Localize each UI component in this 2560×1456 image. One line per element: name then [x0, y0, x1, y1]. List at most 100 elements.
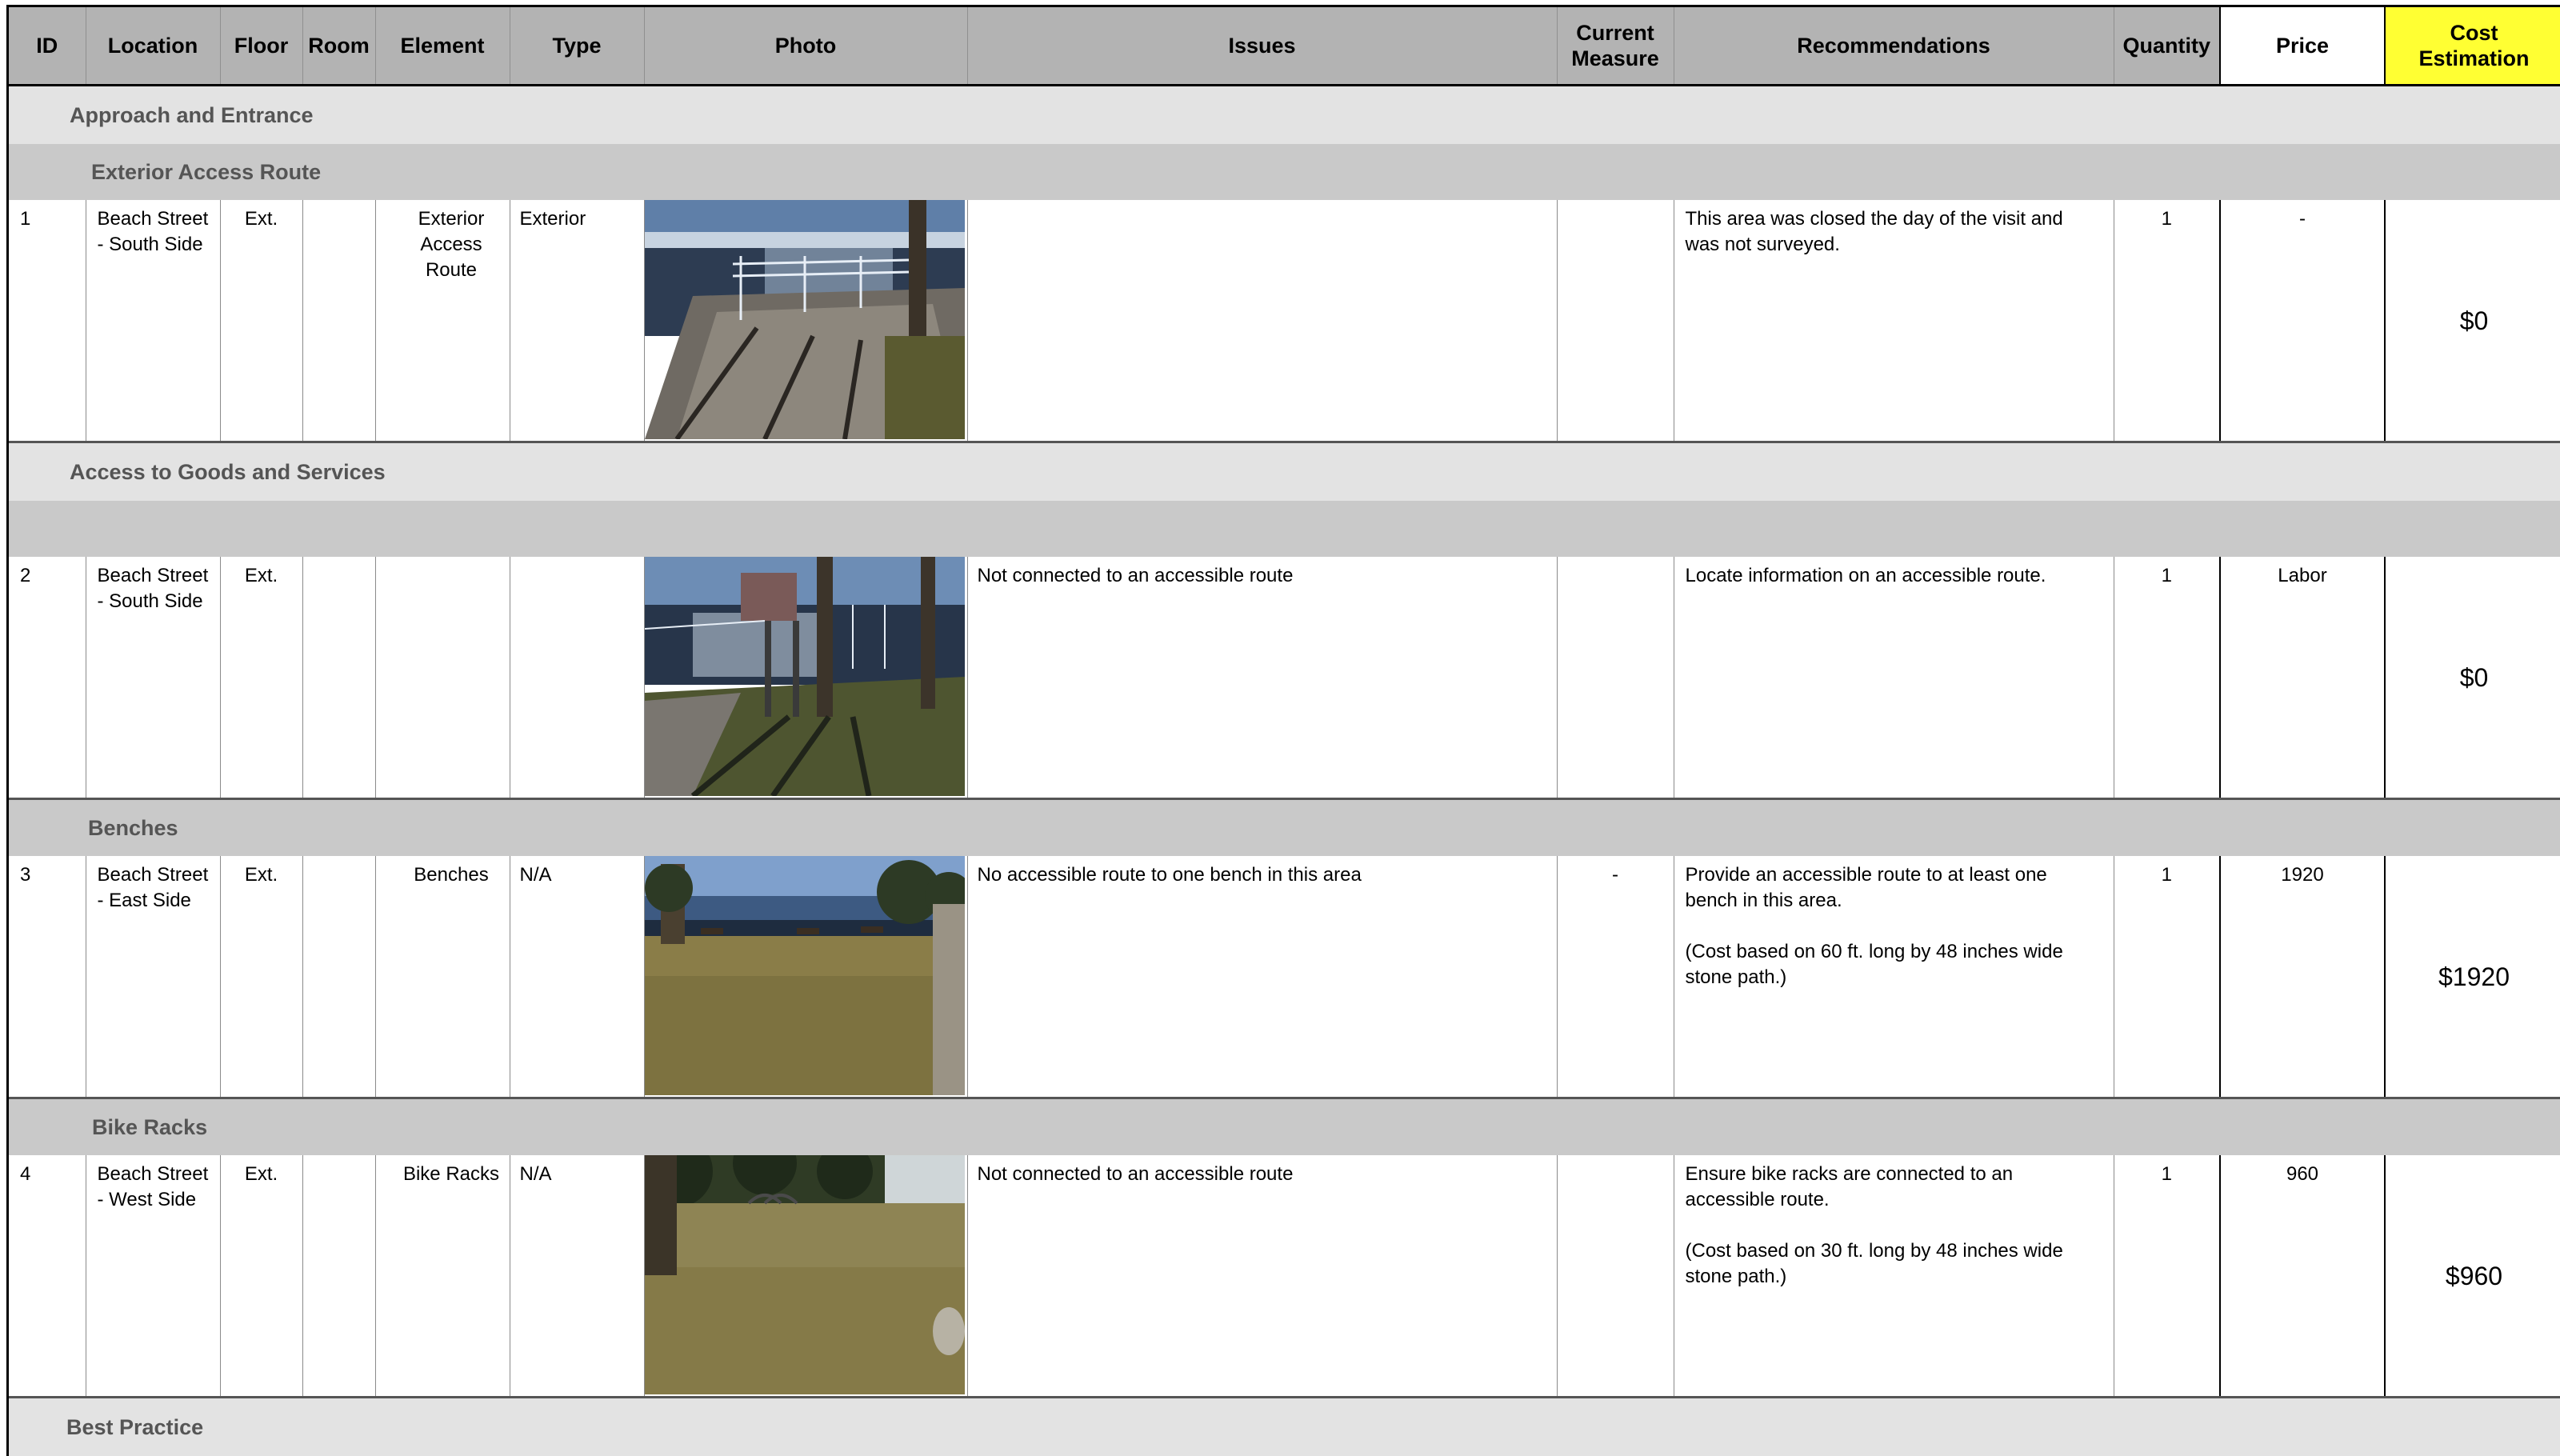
cell-recommendations: Provide an accessible route to at least …	[1674, 856, 2114, 1098]
floor-value: Ext.	[221, 557, 302, 595]
table-row[interactable]: 1 Beach Street - South Side Ext. Exterio…	[9, 200, 2560, 442]
cell-quantity: 1	[2114, 856, 2220, 1098]
cell-photo[interactable]	[644, 200, 967, 442]
header-element: Element	[375, 6, 510, 86]
subsection-row-blank	[9, 501, 2560, 557]
dock-walkway-photo[interactable]	[645, 200, 965, 439]
report-sheet: ID Location Floor Room Element Type Phot…	[6, 5, 2560, 1456]
element-value: Exterior Access Route	[376, 200, 510, 290]
cell-issues	[967, 200, 1557, 442]
table-row[interactable]: 3 Beach Street - East Side Ext. Benches …	[9, 856, 2560, 1098]
cell-element: Benches	[375, 856, 510, 1098]
recommendations-value: Locate information on an accessible rout…	[1674, 557, 2114, 595]
cell-id: 2	[9, 557, 86, 799]
cell-floor: Ext.	[220, 1155, 302, 1398]
id-value: 2	[9, 557, 86, 595]
table-row[interactable]: 2 Beach Street - South Side Ext.	[9, 557, 2560, 799]
cell-type: N/A	[510, 856, 644, 1098]
location-value: Beach Street - South Side	[86, 557, 220, 621]
cell-issues: Not connected to an accessible route	[967, 557, 1557, 799]
header-cost-estimation: Cost Estimation	[2385, 6, 2560, 86]
type-value: N/A	[510, 1155, 644, 1194]
location-value: Beach Street - West Side	[86, 1155, 220, 1219]
header-photo: Photo	[644, 6, 967, 86]
element-value	[376, 557, 510, 570]
cell-recommendations: Ensure bike racks are connected to an ac…	[1674, 1155, 2114, 1398]
cell-cost-estimation: $960	[2385, 1155, 2560, 1398]
cell-location: Beach Street - South Side	[86, 200, 220, 442]
cell-id: 4	[9, 1155, 86, 1398]
cell-location: Beach Street - East Side	[86, 856, 220, 1098]
cell-price: 960	[2220, 1155, 2385, 1398]
cell-floor: Ext.	[220, 200, 302, 442]
subsection-title: Exterior Access Route	[9, 160, 321, 184]
subsection-row-bike-racks: Bike Racks	[9, 1098, 2560, 1156]
bike-rack-photo[interactable]	[645, 1155, 965, 1394]
header-issues: Issues	[967, 6, 1557, 86]
cell-room	[302, 200, 375, 442]
cell-cost-estimation: $0	[2385, 200, 2560, 442]
cell-id: 1	[9, 200, 86, 442]
floor-value: Ext.	[221, 200, 302, 238]
cell-quantity: 1	[2114, 200, 2220, 442]
quantity-value: 1	[2114, 856, 2220, 894]
header-quantity: Quantity	[2114, 6, 2220, 86]
section-row-goods-services: Access to Goods and Services	[9, 442, 2560, 502]
cell-type: Exterior	[510, 200, 644, 442]
room-value	[303, 1155, 375, 1168]
cell-room	[302, 1155, 375, 1398]
issues-value	[968, 200, 1557, 213]
header-room: Room	[302, 6, 375, 86]
price-value: Labor	[2221, 557, 2384, 595]
cell-current-measure	[1557, 200, 1674, 442]
subsection-title: Benches	[9, 816, 178, 840]
room-value	[303, 856, 375, 869]
cell-element: Bike Racks	[375, 1155, 510, 1398]
header-cost-estimation-label: Cost Estimation	[2410, 20, 2538, 71]
cell-floor: Ext.	[220, 557, 302, 799]
recommendation-paragraph: Locate information on an accessible rout…	[1686, 563, 2082, 589]
header-location: Location	[86, 6, 220, 86]
subsection-row-exterior-access: Exterior Access Route	[9, 144, 2560, 200]
quantity-value: 1	[2114, 200, 2220, 238]
cell-location: Beach Street - West Side	[86, 1155, 220, 1398]
current-measure-value: -	[1558, 856, 1674, 894]
cell-photo[interactable]	[644, 557, 967, 799]
table-body: Approach and Entrance Exterior Access Ro…	[9, 86, 2560, 1456]
floor-value: Ext.	[221, 1155, 302, 1194]
header-current-measure-label: Current Measure	[1567, 20, 1663, 71]
id-value: 4	[9, 1155, 86, 1194]
room-value	[303, 557, 375, 570]
section-title: Access to Goods and Services	[9, 460, 386, 484]
id-value: 1	[9, 200, 86, 238]
info-sign-photo[interactable]	[645, 557, 965, 796]
header-current-measure: Current Measure	[1557, 6, 1674, 86]
cell-id: 3	[9, 856, 86, 1098]
recommendation-paragraph: Provide an accessible route to at least …	[1686, 862, 2082, 914]
table-row[interactable]: 4 Beach Street - West Side Ext. Bike Rac…	[9, 1155, 2560, 1398]
cell-photo[interactable]	[644, 856, 967, 1098]
cell-room	[302, 557, 375, 799]
header-recommendations: Recommendations	[1674, 6, 2114, 86]
issues-value: Not connected to an accessible route	[968, 557, 1557, 595]
cell-room	[302, 856, 375, 1098]
cell-location: Beach Street - South Side	[86, 557, 220, 799]
cell-issues: No accessible route to one bench in this…	[967, 856, 1557, 1098]
cell-cost-estimation: $1920	[2385, 856, 2560, 1098]
cell-price: -	[2220, 200, 2385, 442]
price-value: -	[2221, 200, 2384, 238]
cell-quantity: 1	[2114, 557, 2220, 799]
lawn-benches-photo[interactable]	[645, 856, 965, 1095]
cell-photo[interactable]	[644, 1155, 967, 1398]
element-value: Benches	[376, 856, 510, 894]
header-floor: Floor	[220, 6, 302, 86]
cell-element: Exterior Access Route	[375, 200, 510, 442]
cost-value: $0	[2460, 663, 2489, 692]
cell-current-measure: -	[1557, 856, 1674, 1098]
location-value: Beach Street - South Side	[86, 200, 220, 264]
cell-current-measure	[1557, 1155, 1674, 1398]
recommendation-paragraph: (Cost based on 30 ft. long by 48 inches …	[1686, 1238, 2082, 1290]
quantity-value: 1	[2114, 1155, 2220, 1194]
price-value: 960	[2221, 1155, 2384, 1194]
location-value: Beach Street - East Side	[86, 856, 220, 920]
